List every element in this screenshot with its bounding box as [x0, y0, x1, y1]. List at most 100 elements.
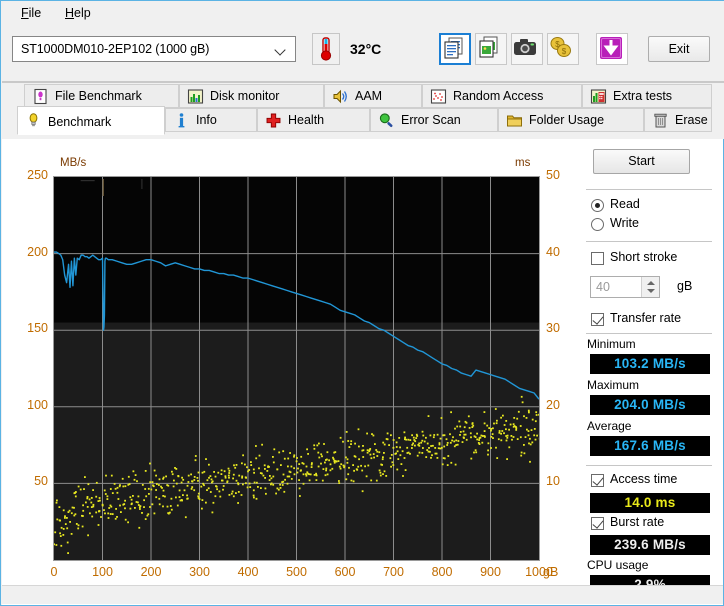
menu-help[interactable]: Help [58, 5, 98, 22]
folder-icon [506, 112, 523, 129]
tab-folder-usage[interactable]: Folder Usage [498, 108, 644, 132]
file-benchmark-icon [32, 88, 49, 105]
read-label: Read [610, 197, 640, 211]
chart-y-axis-label: MB/s [60, 157, 87, 169]
minimum-value: 103.2 MB/s [590, 354, 710, 374]
coins-icon: $ $ [550, 37, 571, 57]
tab-info[interactable]: Info [165, 108, 257, 132]
access-time-value: 14.0 ms [590, 493, 710, 513]
trash-icon [652, 112, 669, 129]
benchmark-options-panel: Start Read Write Short stroke 40 gB Tran… [582, 143, 718, 601]
chart-x-tick: 800 [431, 565, 453, 579]
info-icon [173, 112, 190, 129]
transfer-rate-checkbox[interactable] [591, 313, 604, 326]
chart-y2-tick: 10 [546, 474, 560, 489]
chart-y-tick: 150 [27, 321, 48, 336]
chart-x-tick: 700 [383, 565, 404, 579]
chart-x-tick: 900 [480, 565, 501, 579]
chart-y-tick: 250 [27, 168, 48, 182]
tab-erase[interactable]: Erase [644, 108, 712, 132]
benchmark-chart: MB/s ms 50 100 150 200 250 10 20 30 40 50 0 100 20… [10, 145, 575, 597]
chart-y2-tick: 40 [546, 244, 560, 259]
bulb-icon [25, 112, 42, 129]
svg-text:$: $ [562, 47, 567, 56]
speaker-icon [332, 88, 349, 105]
divider-4 [586, 465, 712, 466]
maximum-value: 204.0 MB/s [590, 395, 710, 415]
chart-x-tick: 200 [140, 565, 162, 579]
hd-tune-window: File Help ST1000DM010-2EP102 (1000 gB) 3… [0, 0, 724, 606]
tab-error-scan[interactable]: Error Scan [370, 108, 498, 132]
camera-icon [514, 39, 536, 55]
tab-label: File Benchmark [55, 89, 142, 103]
chart-x-tick: 400 [237, 565, 259, 579]
short-stroke-unit: gB [677, 279, 693, 293]
short-stroke-stepper[interactable]: 40 [590, 276, 660, 298]
toolbar: ST1000DM010-2EP102 (1000 gB) 32°C $ $ Ex… [2, 25, 724, 81]
chart-y2-axis-label: ms [515, 157, 531, 169]
tab-benchmark[interactable]: Benchmark [17, 106, 165, 135]
cross-icon [265, 112, 282, 129]
divider-1 [586, 189, 712, 190]
copy-text-button[interactable] [439, 33, 471, 65]
cpu-usage-caption: CPU usage [587, 558, 649, 572]
chart-canvas [54, 177, 539, 560]
chart-y-tick: 50 [34, 474, 48, 489]
short-stroke-label: Short stroke [610, 250, 678, 264]
tab-disk-monitor[interactable]: Disk monitor [179, 84, 324, 108]
tab-label: Erase [675, 113, 708, 127]
thermometer-icon [320, 37, 332, 61]
transfer-rate-label: Transfer rate [610, 311, 682, 325]
chart-plot-area [53, 176, 540, 561]
tab-file-benchmark[interactable]: File Benchmark [24, 84, 179, 108]
start-button[interactable]: Start [593, 149, 690, 174]
divider-3 [586, 333, 712, 334]
scatter-icon [430, 88, 447, 105]
average-caption: Average [587, 419, 632, 433]
chart-x-tick: 100 [92, 565, 113, 579]
burst-rate-checkbox[interactable] [591, 517, 604, 530]
stepper-arrows-icon[interactable] [641, 277, 659, 297]
tab-extra-tests[interactable]: Extra tests [582, 84, 712, 108]
tab-label: Disk monitor [210, 89, 280, 103]
menu-file[interactable]: File [14, 5, 48, 22]
tab-random-access[interactable]: Random Access [422, 84, 582, 108]
access-time-checkbox[interactable] [591, 474, 604, 487]
tab-label: Extra tests [613, 89, 673, 103]
download-button[interactable] [596, 33, 628, 65]
tab-label: Info [196, 113, 217, 127]
chart-x-tick: 600 [334, 565, 356, 579]
tab-label: Folder Usage [529, 113, 605, 127]
extra-tests-icon [590, 88, 607, 105]
bar-chart-icon [187, 88, 204, 105]
tab-label: Benchmark [48, 115, 112, 129]
status-bar [2, 585, 723, 604]
menu-bar: File Help [2, 1, 724, 25]
chart-y2-tick: 50 [546, 168, 560, 182]
access-time-label: Access time [610, 472, 678, 486]
write-radio[interactable] [591, 218, 604, 231]
maximum-caption: Maximum [587, 378, 640, 392]
screenshot-button[interactable] [511, 33, 543, 65]
burst-rate-value: 239.6 MB/s [590, 535, 710, 555]
copy-image-icon [479, 36, 498, 58]
write-label: Write [610, 216, 639, 230]
magnifier-icon [378, 112, 395, 129]
short-stroke-checkbox[interactable] [591, 252, 604, 265]
benchmark-page: MB/s ms 50 100 150 200 250 10 20 30 40 50 0 100 20… [2, 139, 723, 605]
exit-button[interactable]: Exit [648, 36, 710, 62]
tab-aam[interactable]: AAM [324, 84, 422, 108]
chevron-down-icon [276, 46, 287, 53]
drive-select[interactable]: ST1000DM010-2EP102 (1000 gB) [12, 36, 296, 62]
tab-strip: File Benchmark Disk monitor AAM Random A… [2, 81, 724, 139]
chart-y-tick: 100 [27, 397, 48, 412]
copy-image-button[interactable] [475, 33, 507, 65]
divider-2 [586, 241, 712, 242]
donate-button[interactable]: $ $ [547, 33, 579, 65]
chart-x-axis-label: gB [543, 565, 559, 579]
temperature-button[interactable] [312, 33, 340, 65]
chart-x-tick: 0 [50, 565, 58, 579]
tab-health[interactable]: Health [257, 108, 370, 132]
tab-label: Error Scan [401, 113, 461, 127]
read-radio[interactable] [591, 199, 604, 212]
